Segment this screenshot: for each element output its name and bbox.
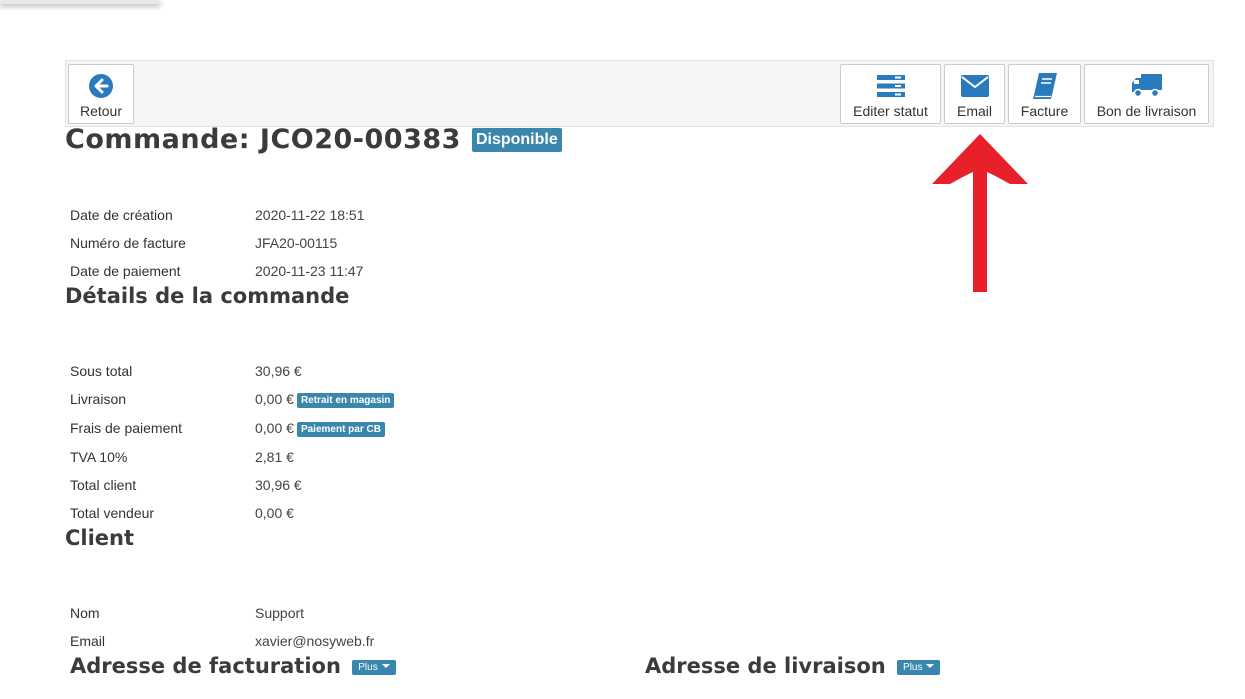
- order-details-title: Détails de la commande: [65, 284, 350, 308]
- red-arrow-up-icon: [932, 134, 1028, 292]
- shipping-address-label: Adresse de livraison: [645, 654, 886, 678]
- details-label: Total client: [70, 477, 137, 493]
- details-label: Livraison: [70, 391, 127, 407]
- info-label: Numéro de facture: [70, 235, 186, 251]
- info-value: 2020-11-22 18:51: [255, 207, 365, 223]
- status-badge: Disponible: [471, 127, 562, 152]
- client-value: Support: [255, 605, 305, 621]
- details-amount: 0,00 €: [255, 420, 294, 436]
- delivery-note-label: Bon de livraison: [1096, 103, 1197, 119]
- payment-method-badge: Paiement par CB: [296, 422, 385, 437]
- caret-down-icon: [381, 664, 390, 668]
- email-button[interactable]: Email: [944, 64, 1005, 124]
- caret-down-icon: [926, 664, 935, 668]
- client-label: Nom: [70, 605, 100, 621]
- details-value: 30,96 €: [255, 363, 302, 379]
- details-label: Total vendeur: [70, 505, 155, 521]
- details-value: 30,96 €: [255, 477, 302, 493]
- details-value: 0,00 € Paiement par CB: [255, 420, 385, 437]
- delivery-method-badge: Retrait en magasin: [296, 393, 395, 408]
- action-toolbar: Retour Editer statut Email Facture Bon d…: [65, 60, 1214, 127]
- shipping-address-title: Adresse de livraison Plus: [645, 654, 941, 678]
- shipping-more-label: Plus: [903, 662, 923, 673]
- billing-more-label: Plus: [358, 662, 378, 673]
- delivery-note-button[interactable]: Bon de livraison: [1084, 64, 1209, 124]
- invoice-button[interactable]: Facture: [1008, 64, 1081, 124]
- details-amount: 30,96 €: [255, 477, 302, 493]
- envelope-icon: [960, 73, 989, 99]
- email-label: Email: [956, 103, 992, 119]
- truck-icon: [1131, 73, 1162, 99]
- details-value: 0,00 € Retrait en magasin: [255, 391, 395, 408]
- top-shadow-bar: [0, 0, 160, 4]
- arrow-circle-left-icon: [89, 73, 113, 99]
- invoice-label: Facture: [1020, 103, 1069, 119]
- client-label: Email: [70, 633, 106, 649]
- page-title: Commande: JCO20-00383 Disponible: [65, 124, 562, 155]
- billing-address-label: Adresse de facturation: [70, 654, 341, 678]
- client-title: Client: [65, 526, 135, 550]
- details-amount: 2,81 €: [255, 449, 294, 465]
- info-label: Date de création: [70, 207, 173, 223]
- edit-status-button[interactable]: Editer statut: [840, 64, 941, 124]
- details-value: 2,81 €: [255, 449, 294, 465]
- details-amount: 0,00 €: [255, 391, 294, 407]
- client-value: xavier@nosyweb.fr: [255, 633, 375, 649]
- details-amount: 30,96 €: [255, 363, 302, 379]
- edit-status-label: Editer statut: [853, 103, 928, 119]
- list-icon: [876, 73, 905, 99]
- details-label: Sous total: [70, 363, 133, 379]
- back-label: Retour: [79, 103, 123, 119]
- details-amount: 0,00 €: [255, 505, 294, 521]
- details-label: Frais de paiement: [70, 420, 183, 436]
- back-button[interactable]: Retour: [68, 64, 134, 124]
- shipping-more-button[interactable]: Plus: [897, 660, 941, 675]
- billing-more-button[interactable]: Plus: [352, 660, 396, 675]
- billing-address-title: Adresse de facturation Plus: [70, 654, 396, 678]
- book-icon: [1032, 73, 1057, 99]
- details-label: TVA 10%: [70, 449, 128, 465]
- order-title: Commande: JCO20-00383: [65, 124, 461, 155]
- info-value: 2020-11-23 11:47: [255, 263, 364, 279]
- details-value: 0,00 €: [255, 505, 294, 521]
- info-label: Date de paiement: [70, 263, 181, 279]
- info-value: JFA20-00115: [255, 235, 338, 251]
